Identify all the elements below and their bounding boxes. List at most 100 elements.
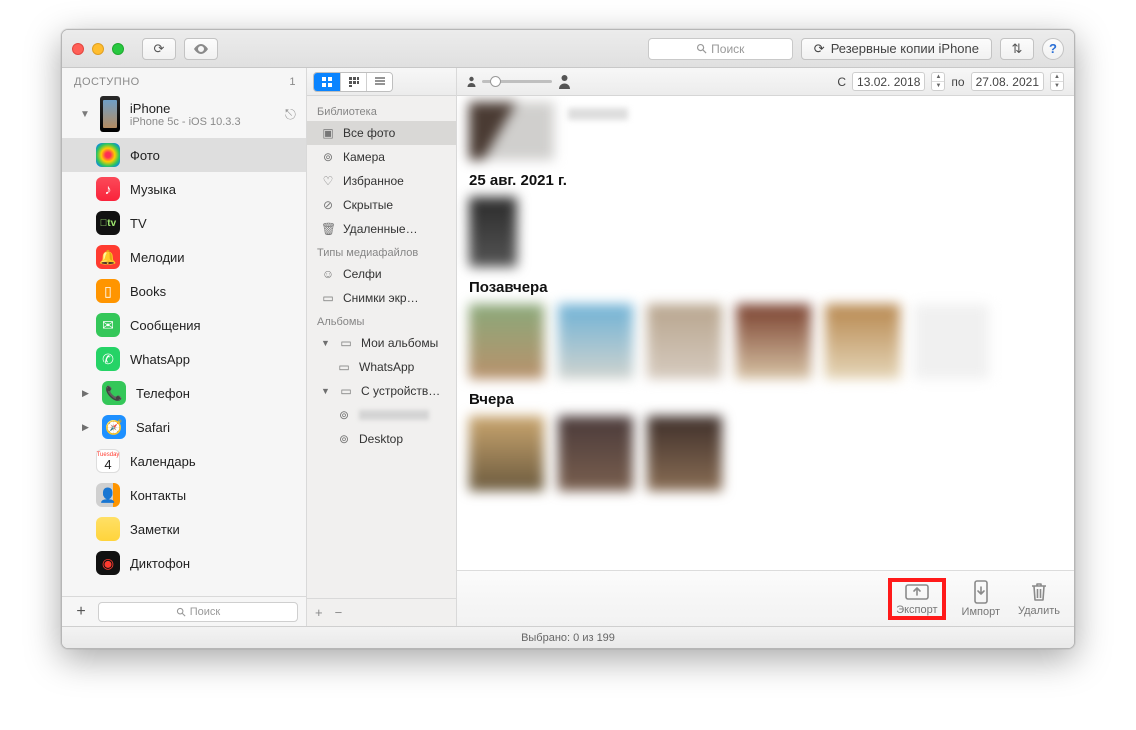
preview-button[interactable] xyxy=(184,38,218,60)
source-from-device[interactable]: ▼▭С устройств… xyxy=(307,379,456,403)
sidebar-item-voice-memos[interactable]: ◉ Диктофон xyxy=(62,546,306,580)
search-input-top[interactable]: Поиск xyxy=(648,38,793,60)
sidebar-item-ringtones[interactable]: 🔔 Мелодии xyxy=(62,240,306,274)
source-deleted[interactable]: 🗑Удаленные… xyxy=(307,217,456,241)
photo-thumb[interactable] xyxy=(469,304,544,379)
source-label: Мои альбомы xyxy=(361,336,438,350)
source-my-albums[interactable]: ▼▭Мои альбомы xyxy=(307,331,456,355)
source-camera[interactable]: ⊚Камера xyxy=(307,145,456,169)
sidebar-item-contacts[interactable]: 👤 Контакты xyxy=(62,478,306,512)
export-icon xyxy=(904,582,930,602)
image-icon: ▣ xyxy=(321,126,335,140)
ringtones-icon: 🔔 xyxy=(96,245,120,269)
gallery-date-header: 25 авг. 2021 г. xyxy=(469,172,1062,189)
whatsapp-icon: ✆ xyxy=(96,347,120,371)
add-button[interactable]: + xyxy=(70,603,92,621)
music-icon: ♪ xyxy=(96,177,120,201)
sidebar-item-safari[interactable]: ▶ 🧭 Safari xyxy=(62,410,306,444)
person-small-icon xyxy=(467,76,476,87)
source-list: Библиотека ▣Все фото ⊚Камера ♡Избранное … xyxy=(307,68,457,626)
sidebar-item-label: Диктофон xyxy=(130,556,190,571)
delete-button[interactable]: Удалить xyxy=(1018,581,1060,617)
close-window-button[interactable] xyxy=(72,43,84,55)
photo-thumb[interactable] xyxy=(469,197,517,267)
notes-icon xyxy=(96,517,120,541)
zoom-window-button[interactable] xyxy=(112,43,124,55)
chevron-down-icon[interactable]: ▼ xyxy=(321,338,331,348)
phone-icon: 📞 xyxy=(102,381,126,405)
import-label: Импорт xyxy=(962,606,1000,618)
sidebar-item-messages[interactable]: ✉︎ Сообщения xyxy=(62,308,306,342)
source-album-blurred[interactable]: ⊚ xyxy=(307,403,456,427)
photo-thumb[interactable] xyxy=(647,304,722,379)
source-screenshots[interactable]: ▭Снимки экр… xyxy=(307,286,456,310)
photo-gallery[interactable]: 25 авг. 2021 г. Позавчера Вчера xyxy=(457,96,1074,570)
photo-thumb[interactable] xyxy=(469,102,554,160)
heart-icon: ♡ xyxy=(321,174,335,188)
source-hidden[interactable]: ⊘Скрытые xyxy=(307,193,456,217)
sidebar-item-whatsapp[interactable]: ✆ WhatsApp xyxy=(62,342,306,376)
sidebar-item-label: Фото xyxy=(130,148,160,163)
source-all-photos[interactable]: ▣Все фото xyxy=(307,121,456,145)
transfer-button[interactable]: ⇅ xyxy=(1000,38,1034,60)
date-from-input[interactable]: 13.02. 2018 xyxy=(852,72,925,91)
albums-header: Альбомы xyxy=(307,310,456,331)
date-to-stepper[interactable]: ▲▼ xyxy=(1050,72,1064,91)
view-grid-button[interactable] xyxy=(314,73,340,91)
device-row[interactable]: ▼ iPhone iPhone 5c - iOS 10.3.3 ⎋ xyxy=(62,92,306,138)
sidebar-item-calendar[interactable]: Tuesday4 Календарь xyxy=(62,444,306,478)
view-small-grid-button[interactable] xyxy=(340,73,366,91)
iphone-backups-button[interactable]: ⟳ Резервные копии iPhone xyxy=(801,38,992,60)
photo-thumb[interactable] xyxy=(558,304,633,379)
chevron-right-icon[interactable]: ▶ xyxy=(82,422,92,433)
thumbnail-size-slider[interactable] xyxy=(467,74,571,89)
source-album-desktop[interactable]: ⊚Desktop xyxy=(307,427,456,451)
export-label: Экспорт xyxy=(896,604,937,616)
source-label: Избранное xyxy=(343,174,404,188)
source-selfie[interactable]: ☺Селфи xyxy=(307,262,456,286)
chevron-right-icon[interactable]: ▶ xyxy=(82,388,92,399)
chevron-down-icon[interactable]: ▼ xyxy=(321,386,331,396)
sidebar-item-tv[interactable]: tv TV xyxy=(62,206,306,240)
sidebar-item-phone[interactable]: ▶ 📞 Телефон xyxy=(62,376,306,410)
sidebar-item-label: Safari xyxy=(136,420,170,435)
photo-thumb[interactable] xyxy=(647,416,722,491)
photo-thumb[interactable] xyxy=(736,304,811,379)
export-button[interactable]: Экспорт xyxy=(890,580,943,618)
sidebar-item-music[interactable]: ♪ Музыка xyxy=(62,172,306,206)
sidebar-item-notes[interactable]: Заметки xyxy=(62,512,306,546)
sidebar-search-input[interactable]: Поиск xyxy=(98,602,298,622)
sidebar-item-label: Books xyxy=(130,284,166,299)
chevron-down-icon[interactable]: ▼ xyxy=(80,109,90,120)
date-to-input[interactable]: 27.08. 2021 xyxy=(971,72,1044,91)
remove-source-button[interactable]: − xyxy=(335,605,343,620)
import-icon xyxy=(972,580,990,604)
sidebar-item-label: Телефон xyxy=(136,386,190,401)
import-button[interactable]: Импорт xyxy=(962,580,1000,618)
photo-thumb[interactable] xyxy=(469,416,544,491)
photo-thumb[interactable] xyxy=(825,304,900,379)
source-album-whatsapp[interactable]: ▭WhatsApp xyxy=(307,355,456,379)
sidebar-item-books[interactable]: ▯ Books xyxy=(62,274,306,308)
help-button[interactable]: ? xyxy=(1042,38,1064,60)
sidebar-item-photos[interactable]: Фото xyxy=(62,138,306,172)
search-icon xyxy=(696,43,707,54)
trash-icon xyxy=(1029,581,1049,603)
camera-icon: ⊚ xyxy=(321,150,335,164)
photo-thumb[interactable] xyxy=(914,304,989,379)
minimize-window-button[interactable] xyxy=(92,43,104,55)
source-label-blurred xyxy=(359,410,429,420)
date-from-stepper[interactable]: ▲▼ xyxy=(931,72,945,91)
source-label: WhatsApp xyxy=(359,360,414,374)
source-label: Снимки экр… xyxy=(343,291,419,305)
source-label: Селфи xyxy=(343,267,382,281)
source-favorites[interactable]: ♡ Избранное xyxy=(307,169,456,193)
refresh-icon: ⟳ xyxy=(154,41,165,57)
refresh-button[interactable]: ⟳ xyxy=(142,38,176,60)
photo-thumb[interactable] xyxy=(558,416,633,491)
view-list-button[interactable] xyxy=(366,73,392,91)
slider-thumb[interactable] xyxy=(490,76,501,87)
slider-track[interactable] xyxy=(482,80,552,83)
messages-icon: ✉︎ xyxy=(96,313,120,337)
add-source-button[interactable]: + xyxy=(315,605,323,620)
